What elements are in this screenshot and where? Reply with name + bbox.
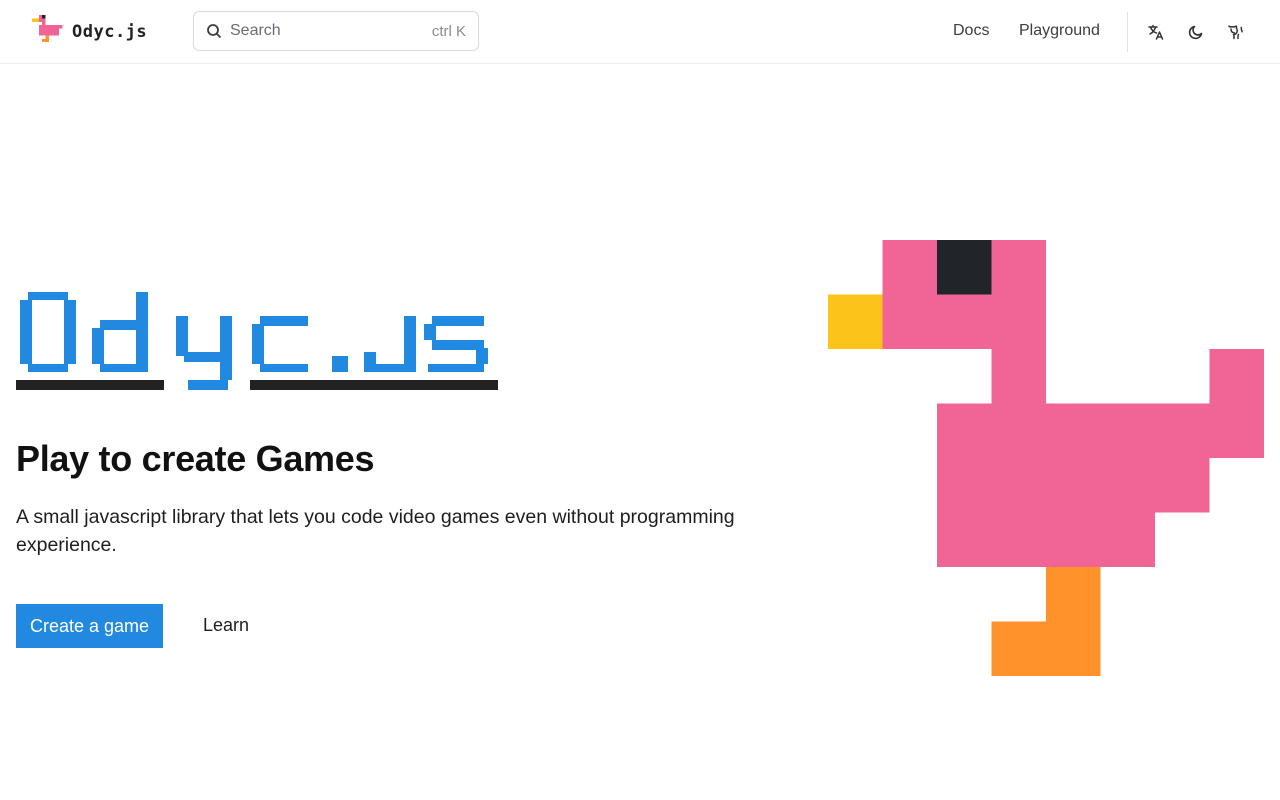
create-game-button[interactable]: Create a game <box>16 604 163 648</box>
top-navbar: Odyc.js Search ctrl K Docs Playground <box>0 0 1280 64</box>
translate-icon[interactable] <box>1146 22 1166 42</box>
logo-text[interactable]: Odyc.js <box>72 22 147 42</box>
search-input[interactable]: Search ctrl K <box>193 11 479 51</box>
nav-playground-link[interactable]: Playground <box>1019 22 1100 40</box>
logo-link[interactable] <box>32 15 66 49</box>
hero-title: Odyc.js <box>16 283 500 405</box>
pixel-duck-illustration <box>828 240 1264 676</box>
hero-title-wordmark <box>16 292 498 390</box>
moon-icon[interactable] <box>1186 22 1206 42</box>
search-shortcut: ctrl K <box>431 22 466 40</box>
hero-description: A small javascript library that lets you… <box>16 506 735 556</box>
search-placeholder: Search <box>230 22 281 39</box>
github-icon[interactable] <box>1226 22 1246 42</box>
duck-logo-icon <box>32 15 63 43</box>
search-icon <box>207 24 222 39</box>
learn-link[interactable]: Learn <box>203 615 249 636</box>
nav-divider <box>1127 12 1128 52</box>
hero-tagline: Play to create Games <box>16 438 375 479</box>
nav-docs-link[interactable]: Docs <box>953 22 989 40</box>
